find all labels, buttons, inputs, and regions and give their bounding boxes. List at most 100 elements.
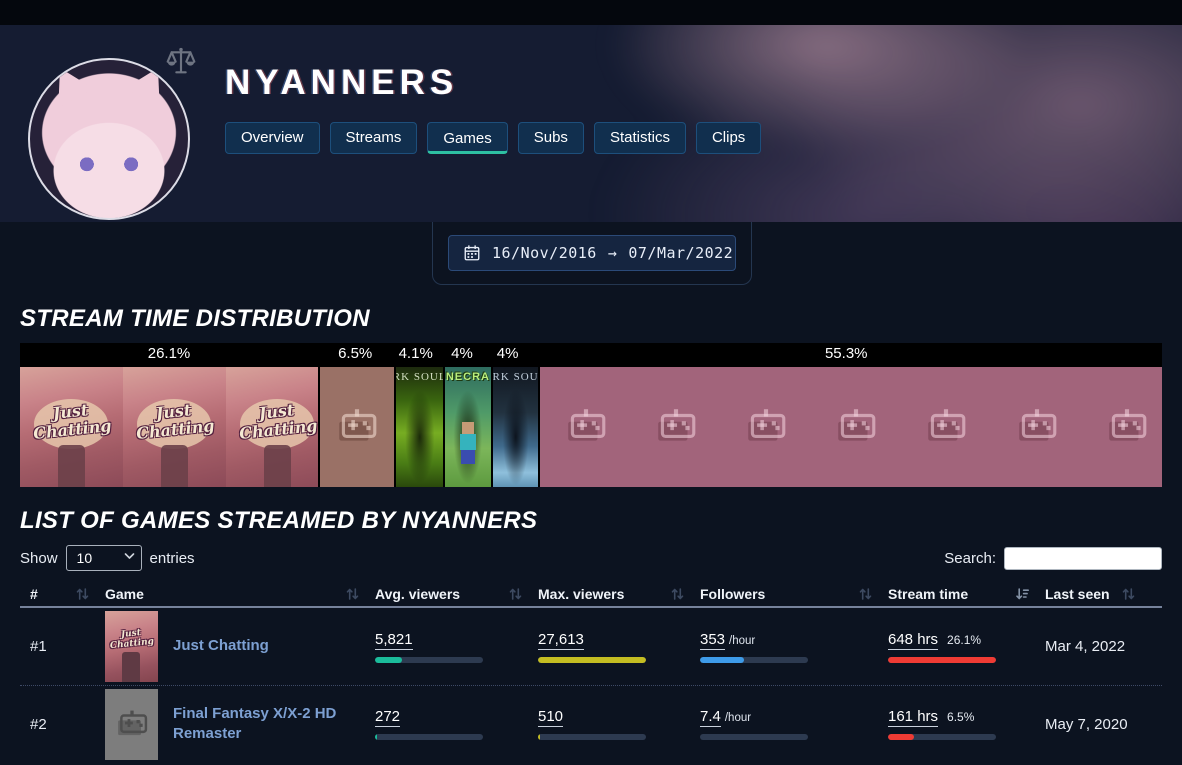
unit-label: /hour bbox=[724, 712, 752, 724]
gamepad-placeholder-icon bbox=[567, 409, 605, 441]
column-label: # bbox=[30, 586, 38, 602]
gamepad-placeholder-icon bbox=[838, 409, 876, 441]
date-range-picker[interactable]: 16/Nov/2016 → 07/Mar/2022 bbox=[448, 235, 736, 271]
last-seen-cell: Mar 4, 2022 bbox=[1045, 638, 1126, 655]
games-list-title: LIST OF GAMES STREAMED BY NYANNERS bbox=[20, 507, 538, 534]
column-header-followers[interactable]: Followers bbox=[700, 582, 888, 606]
stream-time-cell: 648 hrs 26.1% bbox=[888, 631, 1045, 663]
search-label: Search: bbox=[944, 549, 996, 567]
boxart-text: RK SOU bbox=[492, 371, 539, 383]
stream-time-bar bbox=[888, 656, 996, 663]
column-header--[interactable]: # bbox=[20, 582, 105, 606]
date-range-end: 07/Mar/2022 bbox=[628, 244, 734, 262]
gamepad-placeholder-icon bbox=[748, 409, 786, 441]
stream-time-bar bbox=[888, 734, 996, 740]
followers-value: 7.4 bbox=[700, 708, 721, 727]
column-header-last-seen[interactable]: Last seen bbox=[1045, 582, 1162, 606]
tab-overview[interactable]: Overview bbox=[225, 122, 320, 154]
tab-streams[interactable]: Streams bbox=[329, 122, 418, 154]
top-navbar bbox=[0, 0, 1182, 25]
table-row: #2 Final Fantasy X/X-2 HD Remaster 272 510 7… bbox=[20, 685, 1162, 762]
max-viewers-cell: 27,613 bbox=[538, 631, 700, 663]
page-title: NYANNERS bbox=[225, 63, 459, 102]
distribution-percent-label: 55.3% bbox=[824, 345, 868, 362]
distribution-segment-boxart-green[interactable]: RK SOUL bbox=[396, 367, 444, 487]
unit-label: /hour bbox=[729, 634, 756, 647]
arrow-right-icon: → bbox=[607, 244, 618, 262]
column-label: Game bbox=[105, 586, 144, 602]
followers-cell: 7.4/hour bbox=[700, 708, 888, 740]
avg-viewers-bar bbox=[375, 656, 483, 663]
tab-subs[interactable]: Subs bbox=[517, 122, 584, 154]
column-label: Followers bbox=[700, 586, 766, 602]
search-input[interactable] bbox=[1004, 546, 1162, 570]
channel-header: NYANNERS Overview Streams Games Subs Statist… bbox=[0, 25, 1182, 222]
column-header-game[interactable]: Game bbox=[105, 582, 375, 606]
followers-bar bbox=[700, 734, 808, 740]
distribution-segment-just-chatting[interactable]: JustChattingJustChattingJustChattingJust… bbox=[20, 367, 319, 487]
gamepad-placeholder-icon bbox=[1018, 409, 1056, 441]
search-control: Search: bbox=[944, 546, 1162, 570]
game-thumbnail-placeholder[interactable] bbox=[105, 688, 158, 760]
distribution-segment-placeholder-pink[interactable] bbox=[540, 367, 1162, 487]
sort-icon[interactable] bbox=[76, 587, 89, 601]
minecraft-character bbox=[459, 422, 476, 465]
boxart-figure bbox=[497, 382, 534, 487]
sort-desc-icon[interactable] bbox=[1016, 587, 1029, 601]
tab-bar: Overview Streams Games Subs Statistics Clips bbox=[225, 122, 762, 154]
sort-icon[interactable] bbox=[671, 587, 684, 601]
just-chatting-tile: Just Chatting bbox=[20, 367, 123, 487]
page-size-select[interactable]: 10 bbox=[65, 545, 142, 571]
game-link[interactable]: Final Fantasy X/X-2 HD Remaster bbox=[173, 704, 348, 745]
date-filter-card: 16/Nov/2016 → 07/Mar/2022 bbox=[432, 222, 752, 285]
distribution-segment-placeholder-brown[interactable] bbox=[320, 367, 395, 487]
game-thumbnail[interactable]: Just Chatting bbox=[105, 611, 158, 682]
tab-statistics[interactable]: Statistics bbox=[593, 122, 686, 154]
followers-bar bbox=[700, 656, 808, 663]
max-viewers-bar bbox=[538, 656, 646, 663]
just-chatting-tile: Just Chatting bbox=[123, 367, 226, 487]
share-label: 6.5% bbox=[947, 710, 975, 724]
just-chatting-tile: Just Chatting bbox=[226, 367, 319, 487]
sort-icon[interactable] bbox=[509, 587, 522, 601]
sort-icon[interactable] bbox=[859, 587, 872, 601]
followers-cell: 353/hour bbox=[700, 631, 888, 663]
sort-icon[interactable] bbox=[1122, 587, 1135, 601]
avg-viewers-cell: 272 bbox=[375, 708, 538, 740]
avatar[interactable] bbox=[28, 58, 190, 220]
avg-viewers-cell: 5,821 bbox=[375, 631, 538, 663]
avg-viewers-value: 5,821 bbox=[375, 630, 413, 650]
show-label: Show bbox=[20, 549, 58, 567]
distribution-segment-minecraft[interactable]: NECRA bbox=[445, 367, 491, 487]
avg-viewers-value: 272 bbox=[375, 708, 401, 727]
gamepad-placeholder-icon bbox=[117, 710, 147, 735]
rank-cell: #2 bbox=[30, 715, 47, 733]
table-header-row: # Game Avg. viewers Max. viewers Followers St… bbox=[20, 582, 1162, 608]
max-viewers-value: 27,613 bbox=[538, 630, 584, 650]
column-header-stream-time[interactable]: Stream time bbox=[888, 582, 1045, 606]
table-row: #1 Just Chatting Just Chatting 5,821 27,613 35… bbox=[20, 608, 1162, 685]
game-cell: Just Chatting Just Chatting bbox=[105, 608, 375, 685]
tab-games[interactable]: Games bbox=[427, 122, 508, 154]
game-link[interactable]: Just Chatting bbox=[173, 636, 269, 656]
date-range-start: 16/Nov/2016 bbox=[492, 244, 597, 262]
column-label: Avg. viewers bbox=[375, 586, 461, 602]
tab-clips[interactable]: Clips bbox=[695, 122, 762, 154]
distribution-percent-label: 4.1% bbox=[398, 345, 433, 362]
page: NYANNERS Overview Streams Games Subs Statist… bbox=[0, 0, 1182, 765]
calendar-icon bbox=[464, 245, 480, 261]
column-header-avg-viewers[interactable]: Avg. viewers bbox=[375, 582, 538, 606]
column-header-max-viewers[interactable]: Max. viewers bbox=[538, 582, 700, 606]
table-body: #1 Just Chatting Just Chatting 5,821 27,613 35… bbox=[20, 608, 1162, 762]
followers-value: 353 bbox=[700, 630, 726, 650]
main-content: 16/Nov/2016 → 07/Mar/2022 STREAM TIME DI… bbox=[0, 222, 1182, 762]
distribution-percent-label: 4% bbox=[451, 345, 473, 362]
share-label: 26.1% bbox=[947, 632, 982, 647]
column-label: Max. viewers bbox=[538, 586, 625, 602]
max-viewers-value: 510 bbox=[538, 708, 564, 727]
game-cell: Final Fantasy X/X-2 HD Remaster bbox=[105, 686, 375, 762]
distribution-segment-boxart-blue[interactable]: RK SOU bbox=[492, 367, 539, 487]
stream-time-cell: 161 hrs 6.5% bbox=[888, 708, 1045, 740]
distribution-percent-label: 26.1% bbox=[147, 345, 191, 362]
sort-icon[interactable] bbox=[346, 587, 359, 601]
